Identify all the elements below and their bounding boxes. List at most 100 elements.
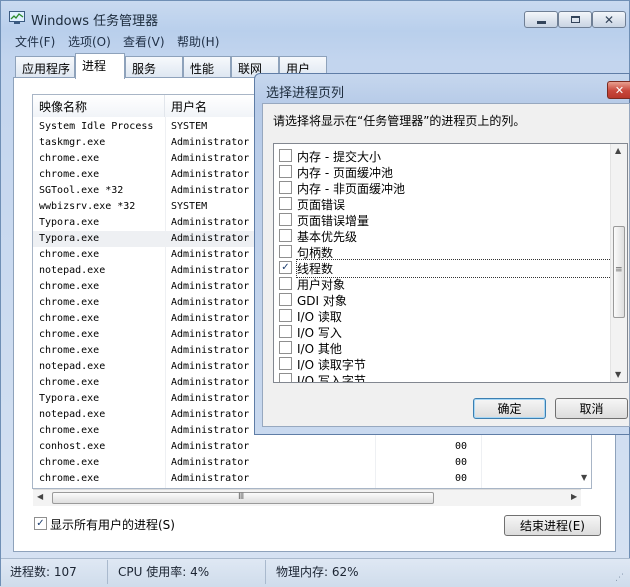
column-option-checkbox[interactable] [279,213,292,226]
arrow-down-icon[interactable]: ▼ [615,370,621,379]
cancel-button[interactable]: 取消 [555,398,628,419]
task-manager-icon [9,11,25,25]
process-user: Administrator [171,233,250,244]
process-name: wwbizsrv.exe *32 [39,201,136,212]
process-name: notepad.exe [39,265,106,276]
column-option[interactable]: I/O 其他 [278,340,612,356]
scrollbar-thumb[interactable]: Ⅲ [52,492,434,504]
resize-grip[interactable]: ⋰ [615,573,627,585]
dialog-close-button[interactable]: ✕ [607,81,630,99]
table-row[interactable]: chrome.exe Administrator 00 [33,455,591,471]
column-option[interactable]: I/O 读取字节 [278,356,612,372]
column-option[interactable]: 内存 - 页面缓冲池 [278,164,612,180]
process-name: notepad.exe [39,409,106,420]
column-option-label: I/O 其他 [297,342,342,356]
vertical-scroll-down[interactable]: ▼ [581,473,592,487]
options-scrollbar[interactable]: ▲ ≡ ▼ [610,144,627,382]
column-option[interactable]: 页面错误增量 [278,212,612,228]
process-name: chrome.exe [39,153,100,164]
end-process-button[interactable]: 结束进程(E) [504,515,601,536]
dialog-title: 选择进程页列 [266,86,345,101]
menu-options[interactable]: 选项(O) [68,33,111,50]
show-all-users-checkbox[interactable]: ✓ [34,517,47,530]
status-process-count: 进程数: 107 [10,565,77,579]
minimize-button[interactable] [524,11,558,28]
tab-performance[interactable]: 性能 [183,56,231,78]
column-header-image-name[interactable]: 映像名称 [33,95,165,117]
process-name: System Idle Process [39,121,154,132]
process-user: Administrator [171,281,250,292]
column-option[interactable]: GDI 对象 [278,292,612,308]
column-option-label: I/O 读取字节 [297,358,366,372]
column-option-checkbox[interactable] [279,197,292,210]
column-option-checkbox[interactable] [279,245,292,258]
column-option[interactable]: ✓ 线程数 [278,259,612,278]
check-icon: ✓ [36,517,45,529]
tab-services[interactable]: 服务 [125,56,183,78]
process-user: Administrator [171,137,250,148]
column-option-checkbox[interactable] [279,181,292,194]
column-options-list[interactable]: 内存 - 提交大小 内存 - 页面缓冲池 内存 - 非页面缓冲池页面错误 页面错误增量… [273,143,628,383]
tab-processes[interactable]: 进程 [75,53,125,79]
column-option-checkbox[interactable] [279,165,292,178]
process-name: chrome.exe [39,425,100,436]
process-name: conhost.exe [39,441,106,452]
menu-file[interactable]: 文件(F) [15,33,55,50]
process-value: 00 [455,457,468,468]
column-option-checkbox[interactable] [279,149,292,162]
column-option-checkbox[interactable] [279,293,292,306]
column-option-checkbox[interactable] [279,309,292,322]
column-option-label: 句柄数 [297,246,334,260]
column-option[interactable]: 基本优先级 [278,228,612,244]
status-physical-memory: 物理内存: 62% [276,565,359,579]
column-option[interactable]: I/O 写入 [278,324,612,340]
column-option[interactable]: I/O 读取 [278,308,612,324]
process-user: Administrator [171,473,250,484]
column-option-checkbox[interactable] [279,229,292,242]
column-option-checkbox[interactable]: ✓ [279,261,292,274]
close-button[interactable]: ✕ [592,11,626,28]
grip-icon: Ⅲ [238,492,245,502]
column-option-checkbox[interactable] [279,341,292,354]
column-option[interactable]: 内存 - 非页面缓冲池 [278,180,612,196]
process-user: Administrator [171,185,250,196]
horizontal-scrollbar[interactable]: ◀ Ⅲ ▶ [33,489,581,506]
column-option-label: 内存 - 提交大小 [297,150,381,164]
menu-help[interactable]: 帮助(H) [177,33,219,50]
process-user: Administrator [171,409,250,420]
column-option[interactable]: 用户对象 [278,276,612,292]
check-icon: ✓ [281,261,290,273]
column-option[interactable]: 句柄数 [278,244,612,260]
maximize-button[interactable] [558,11,592,28]
table-row[interactable]: conhost.exe Administrator 00 [33,439,591,455]
process-user: Administrator [171,345,250,356]
column-option[interactable]: I/O 写入字节 [278,372,612,382]
arrow-up-icon[interactable]: ▲ [615,146,621,155]
menu-view[interactable]: 查看(V) [123,33,165,50]
column-option-checkbox[interactable] [279,325,292,338]
column-option-checkbox[interactable] [279,277,292,290]
column-option-checkbox[interactable] [279,357,292,370]
column-option[interactable]: 内存 - 提交大小 [278,148,612,164]
show-all-users-label[interactable]: 显示所有用户的进程(S) [50,516,175,533]
status-cpu-usage: CPU 使用率: 4% [118,565,210,579]
ok-button[interactable]: 确定 [473,398,546,419]
process-user: Administrator [171,313,250,324]
process-name: Typora.exe [39,217,100,228]
process-user: Administrator [171,169,250,180]
arrow-left-icon[interactable]: ◀ [37,492,43,501]
column-option-label: 页面错误 [297,198,346,212]
column-option[interactable]: 页面错误 [278,196,612,212]
process-name: chrome.exe [39,281,100,292]
status-divider [265,560,266,584]
process-user: Administrator [171,249,250,260]
column-option-checkbox[interactable] [279,373,292,382]
column-option-label: I/O 写入 [297,326,342,340]
dialog-instruction: 请选择将显示在“任务管理器”的进程页上的列。 [273,114,526,128]
tab-applications[interactable]: 应用程序 [15,56,75,78]
table-row[interactable]: chrome.exe Administrator 00 [33,471,591,487]
options-scrollbar-thumb[interactable]: ≡ [613,226,625,318]
process-user: Administrator [171,457,250,468]
process-name: SGTool.exe *32 [39,185,124,196]
arrow-right-icon[interactable]: ▶ [571,492,577,501]
